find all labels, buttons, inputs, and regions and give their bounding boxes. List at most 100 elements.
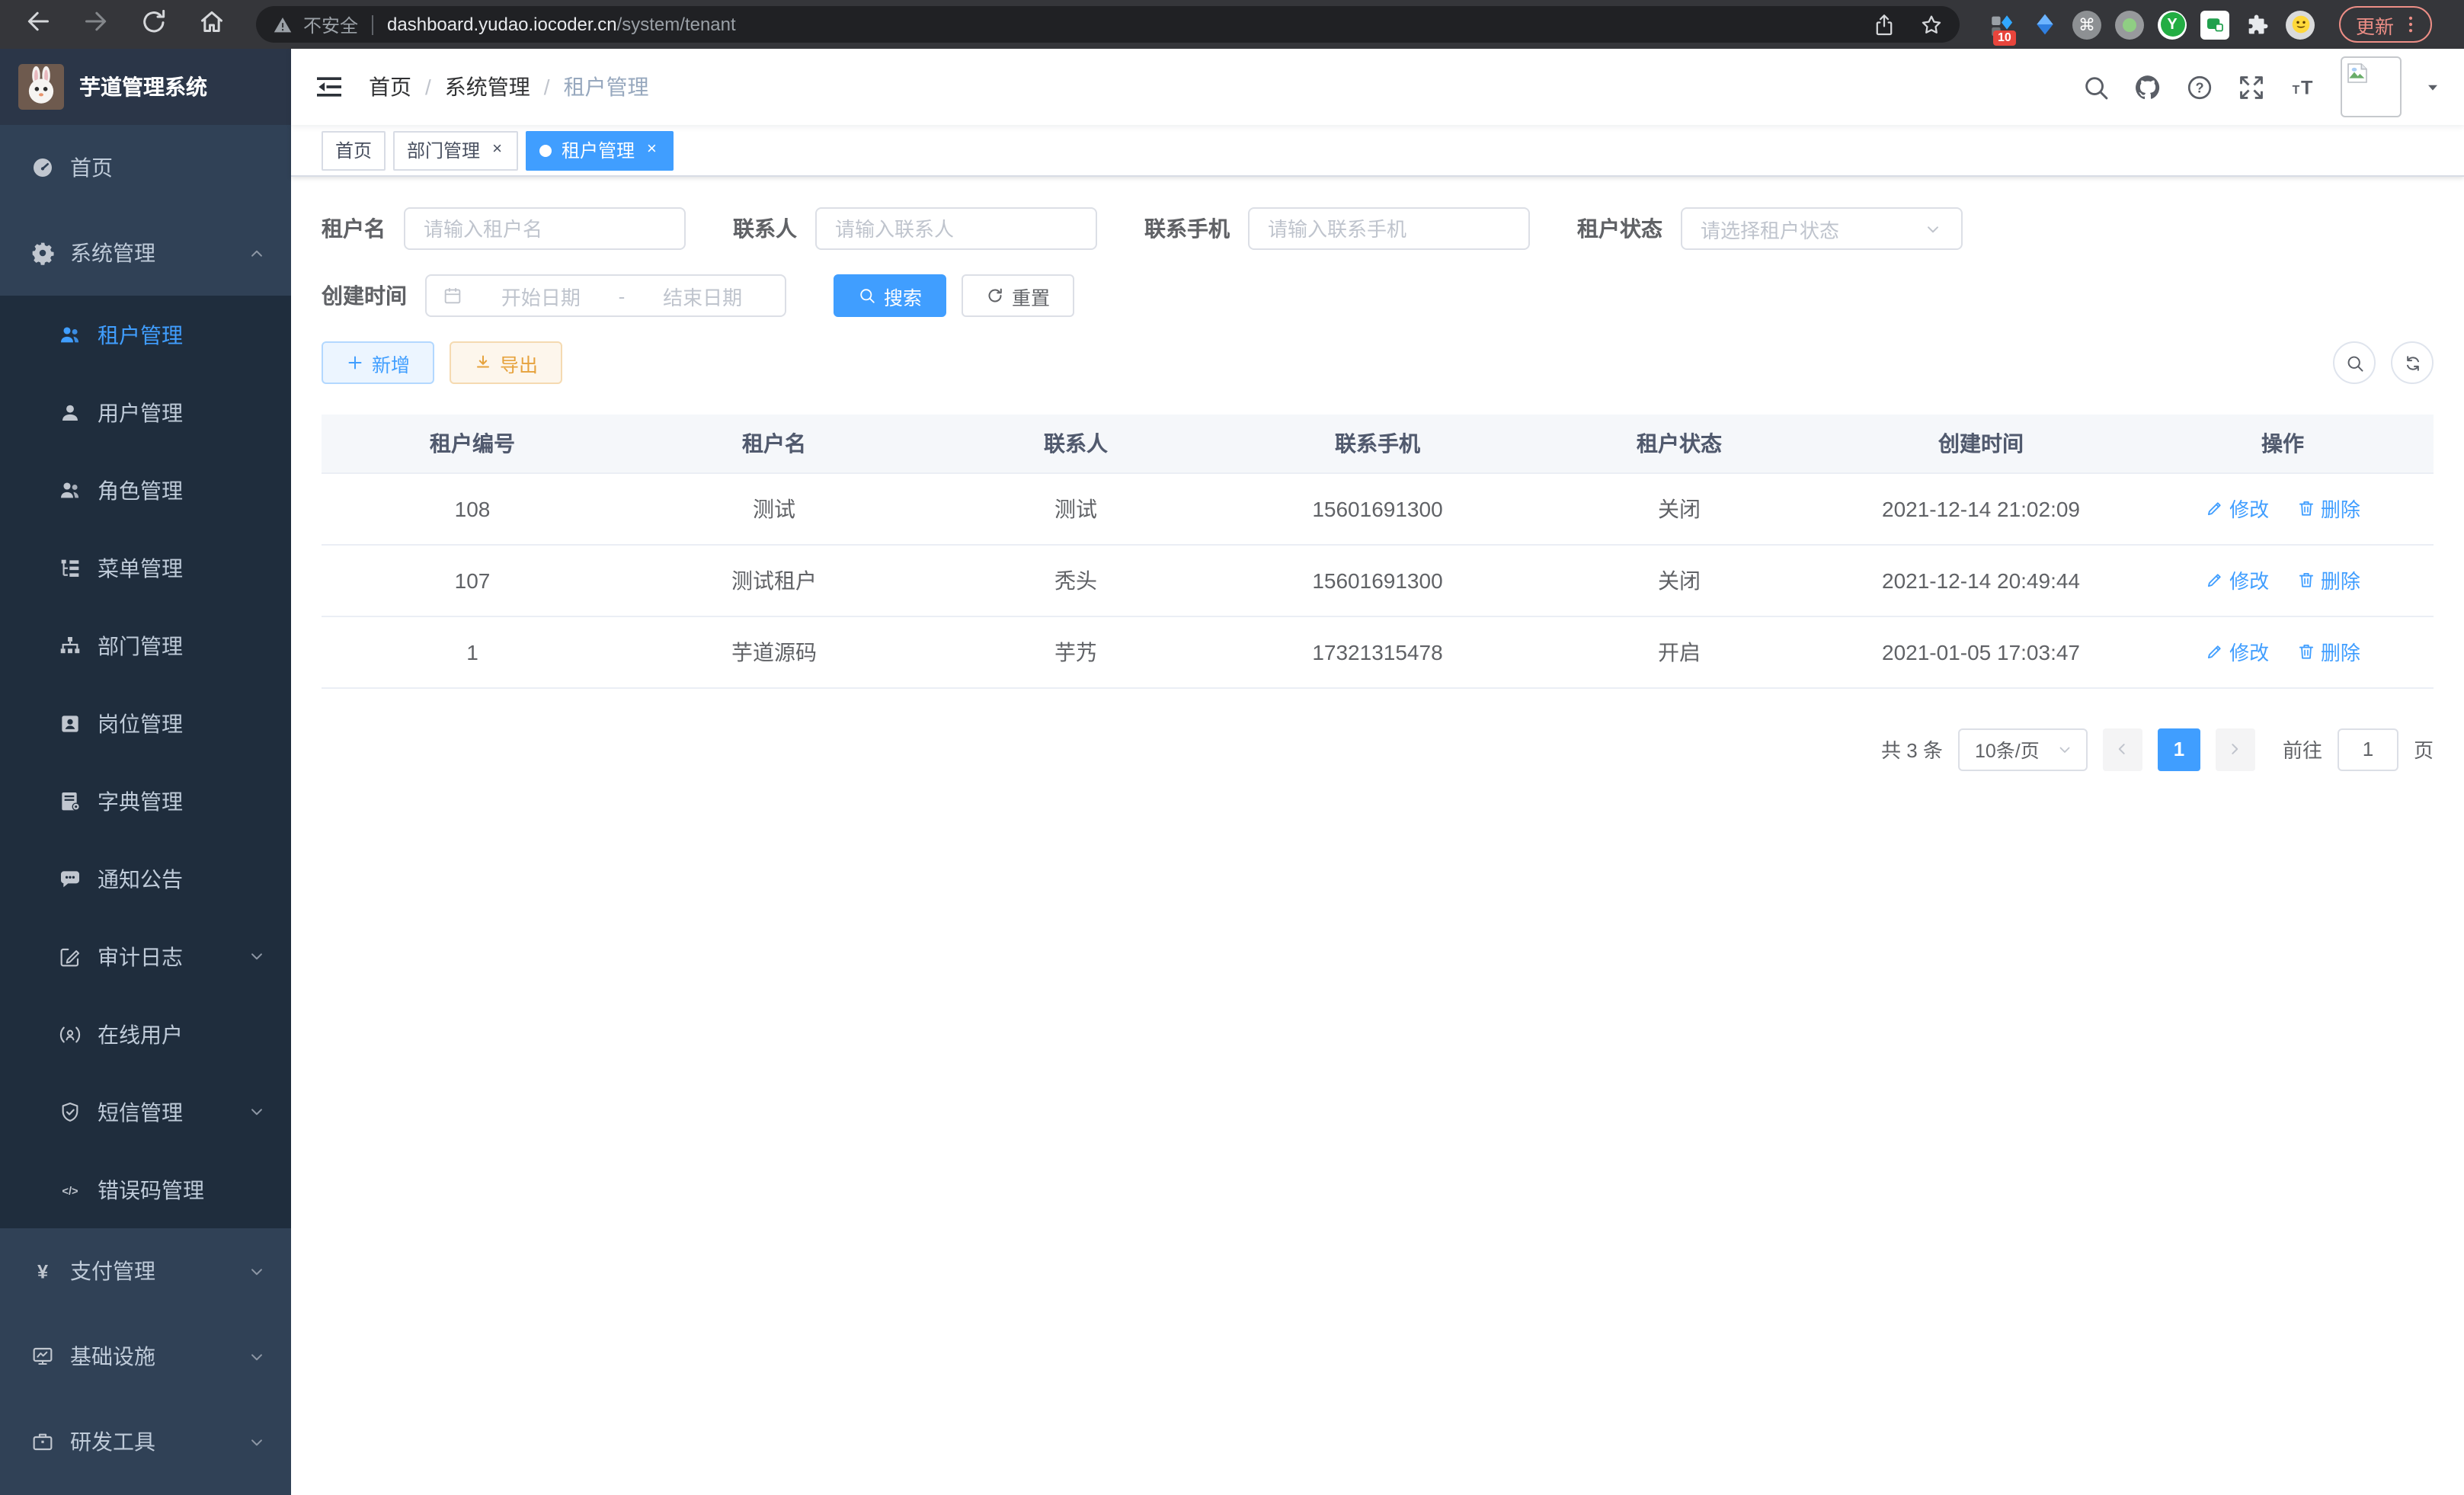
browser-forward-button[interactable]: [73, 2, 119, 46]
pay-yen-icon: [30, 1259, 55, 1283]
tab-dept[interactable]: 部门管理 ×: [393, 130, 519, 170]
extensions-puzzle-icon[interactable]: [2243, 10, 2272, 39]
extension-chat-icon[interactable]: [2200, 10, 2229, 39]
edit-link[interactable]: 修改: [2205, 637, 2269, 666]
post-badge-icon: [58, 711, 82, 735]
sidebar-item-dept[interactable]: 部门管理: [0, 607, 291, 684]
browser-update-button[interactable]: 更新: [2339, 6, 2432, 43]
close-icon[interactable]: ×: [644, 140, 660, 160]
create-time-label: 创建时间: [322, 280, 407, 311]
bookmark-star-icon[interactable]: [1918, 11, 1944, 37]
extension-y-icon[interactable]: Y: [2158, 10, 2187, 39]
font-size-icon[interactable]: [2289, 72, 2318, 101]
contact-input[interactable]: [815, 207, 1097, 250]
close-icon[interactable]: ×: [489, 140, 505, 160]
col-create-time: 创建时间: [1830, 415, 2132, 472]
mobile-input[interactable]: [1248, 207, 1530, 250]
sidebar-item-role[interactable]: 角色管理: [0, 451, 291, 529]
system-submenu: 租户管理 用户管理 角色管理 菜单管理 部门管理: [0, 296, 291, 1228]
cell-create-time: 2021-12-14 21:02:09: [1830, 472, 2132, 544]
sidebar-item-sms[interactable]: 短信管理: [0, 1073, 291, 1151]
sidebar-item-devtools[interactable]: 研发工具: [0, 1399, 291, 1484]
delete-link[interactable]: 删除: [2296, 565, 2360, 594]
sidebar-logo[interactable]: 芋道管理系统: [0, 49, 291, 125]
sidebar-item-post[interactable]: 岗位管理: [0, 684, 291, 762]
page-number-current[interactable]: 1: [2158, 728, 2200, 770]
sidebar-item-home[interactable]: 首页: [0, 125, 291, 210]
add-button[interactable]: 新增: [322, 341, 434, 384]
tab-tenant[interactable]: 租户管理 ×: [526, 130, 674, 170]
delete-link[interactable]: 删除: [2296, 637, 2360, 666]
prev-page-button[interactable]: [2103, 728, 2142, 770]
application-window: 不安全 dashboard.yudao.iocoder.cn/system/te…: [0, 0, 2464, 1495]
cell-create-time: 2021-12-14 20:49:44: [1830, 544, 2132, 616]
menu-tree-icon: [58, 555, 82, 580]
fullscreen-icon[interactable]: [2237, 72, 2266, 101]
sidebar-item-infra[interactable]: 基础设施: [0, 1314, 291, 1399]
help-icon[interactable]: [2185, 72, 2214, 101]
download-icon: [474, 354, 492, 372]
reset-button[interactable]: 重置: [962, 274, 1074, 317]
cell-tenant-id: 108: [322, 472, 623, 544]
browser-back-button[interactable]: [15, 2, 61, 46]
search-icon[interactable]: [2082, 72, 2110, 101]
online-user-icon: [58, 1022, 82, 1046]
extension-green-dot-icon[interactable]: [2115, 10, 2144, 39]
caret-down-icon[interactable]: [2424, 78, 2441, 95]
next-page-button[interactable]: [2216, 728, 2255, 770]
delete-link[interactable]: 删除: [2296, 494, 2360, 523]
goto-page-input[interactable]: [2338, 728, 2398, 770]
cell-mobile: 15601691300: [1227, 544, 1528, 616]
cell-contact: 测试: [925, 472, 1227, 544]
edit-link[interactable]: 修改: [2205, 494, 2269, 523]
sidebar-item-error-code[interactable]: 错误码管理: [0, 1151, 291, 1228]
edit-link[interactable]: 修改: [2205, 565, 2269, 594]
toggle-search-button[interactable]: [2333, 341, 2376, 384]
create-time-range-picker[interactable]: 开始日期 - 结束日期: [425, 274, 786, 317]
sidebar-item-online-user[interactable]: 在线用户: [0, 995, 291, 1073]
page-unit: 页: [2414, 735, 2434, 764]
extension-command-icon[interactable]: ⌘: [2072, 10, 2101, 39]
export-button[interactable]: 导出: [450, 341, 562, 384]
navbar: 首页 / 系统管理 / 租户管理: [291, 49, 2464, 125]
start-date-placeholder: 开始日期: [474, 281, 608, 310]
breadcrumb-home[interactable]: 首页: [369, 72, 411, 102]
status-select[interactable]: 请选择租户状态: [1681, 207, 1963, 250]
chevron-down-icon: [247, 1102, 267, 1122]
sidebar-item-menu[interactable]: 菜单管理: [0, 529, 291, 607]
sidebar-item-tenant[interactable]: 租户管理: [0, 296, 291, 373]
sidebar-item-notice[interactable]: 通知公告: [0, 840, 291, 917]
active-dot: [540, 144, 552, 156]
extension-grid-badge-icon[interactable]: 10: [1987, 10, 2016, 39]
col-contact: 联系人: [925, 415, 1227, 472]
calendar-icon: [442, 285, 463, 306]
collapse-sidebar-icon[interactable]: [314, 72, 344, 102]
col-mobile: 联系手机: [1227, 415, 1528, 472]
breadcrumb-system[interactable]: 系统管理: [445, 72, 530, 102]
sidebar-item-user[interactable]: 用户管理: [0, 373, 291, 451]
sidebar-item-pay[interactable]: 支付管理: [0, 1228, 291, 1314]
page-size-select[interactable]: 10条/页: [1958, 728, 2088, 770]
sidebar-item-audit-log[interactable]: 审计日志: [0, 917, 291, 995]
refresh-button[interactable]: [2391, 341, 2434, 384]
tab-home[interactable]: 首页: [322, 130, 386, 170]
breadcrumb-current: 租户管理: [564, 72, 649, 102]
cell-status: 关闭: [1528, 544, 1830, 616]
end-date-placeholder: 结束日期: [635, 281, 770, 310]
browser-toolbar: 不安全 dashboard.yudao.iocoder.cn/system/te…: [0, 0, 2464, 49]
profile-emoji-icon[interactable]: [2286, 10, 2315, 39]
sidebar-item-dict[interactable]: 字典管理: [0, 762, 291, 840]
github-icon[interactable]: [2133, 72, 2162, 101]
avatar[interactable]: [2341, 56, 2402, 117]
share-icon[interactable]: [1871, 11, 1897, 37]
browser-home-button[interactable]: [189, 2, 235, 46]
search-icon: [2344, 353, 2364, 373]
tenant-name-input[interactable]: [404, 207, 686, 250]
browser-menu-kebab-icon[interactable]: [2400, 14, 2421, 35]
search-button[interactable]: 搜索: [834, 274, 946, 317]
sidebar-item-system[interactable]: 系统管理: [0, 210, 291, 296]
app-title: 芋道管理系统: [79, 72, 207, 102]
browser-reload-button[interactable]: [131, 2, 177, 46]
address-bar[interactable]: 不安全 dashboard.yudao.iocoder.cn/system/te…: [256, 6, 1960, 43]
extension-kite-icon[interactable]: [2030, 10, 2059, 39]
